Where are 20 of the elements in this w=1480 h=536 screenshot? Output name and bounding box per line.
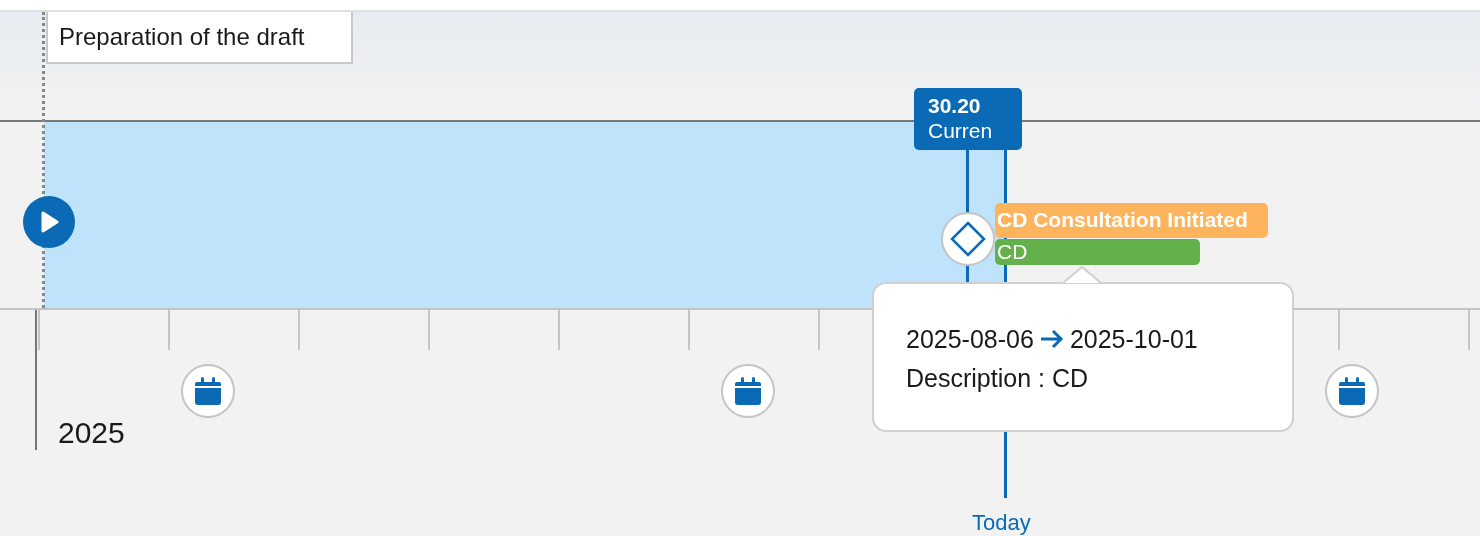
current-value: 30.20 [928,94,982,118]
start-date: 2025-08-06 [906,324,1034,354]
arrow-icon [1039,329,1064,349]
event-bar[interactable]: CD [995,239,1200,265]
play-button[interactable] [23,196,75,248]
diamond-icon [950,221,986,257]
calendar-icon [194,376,222,406]
calendar-button[interactable] [1325,364,1379,418]
event-bar[interactable]: CD Consultation Initiated [995,203,1268,238]
calendar-icon [734,376,762,406]
current-label: Curren [928,118,994,144]
phase-label: Preparation of the draft [46,12,353,64]
tooltip-description: Description : CD [906,364,1089,393]
calendar-button[interactable] [721,364,775,418]
end-date: 2025-10-01 [1069,324,1198,354]
calendar-button[interactable] [181,364,235,418]
calendar-icon [1338,376,1366,406]
year-label: 2025 [58,416,125,450]
play-icon [39,211,59,233]
today-label: Today [972,510,1031,536]
